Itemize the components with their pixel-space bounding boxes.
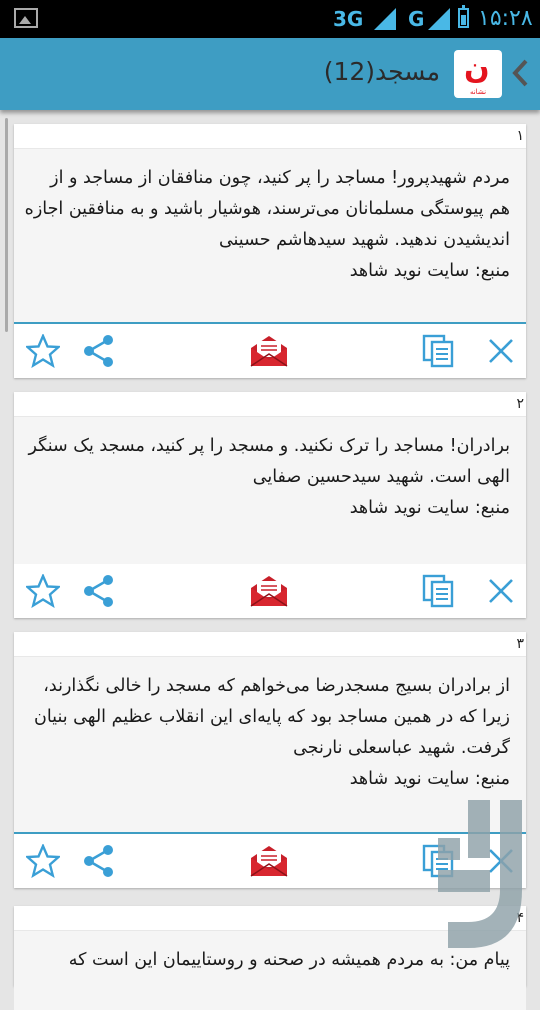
scrollbar[interactable] <box>5 118 8 332</box>
status-bar: 3G G ۱۵:۲۸ <box>0 0 540 38</box>
quote-text[interactable]: مردم شهیدپرور! مساجد را پر کنید، چون منا… <box>14 149 526 256</box>
logo-mark: ن <box>464 51 490 86</box>
app-logo: ن نشانه <box>454 50 502 98</box>
card-toolbar <box>14 564 526 618</box>
card-body: مردم شهیدپرور! مساجد را پر کنید، چون منا… <box>14 148 526 324</box>
page-title: مسجد(12) <box>323 57 440 86</box>
share-icon[interactable] <box>82 334 116 368</box>
quote-source: منبع: سایت نوید شاهد <box>349 498 510 518</box>
quote-text[interactable]: برادران! مساجد را ترک نکنید. و مسجد را پ… <box>14 417 526 493</box>
favorite-star-icon[interactable] <box>26 334 60 368</box>
action-bar: ن نشانه مسجد(12) <box>0 38 540 110</box>
share-icon[interactable] <box>82 844 116 878</box>
favorite-star-icon[interactable] <box>26 574 60 608</box>
quote-card: ۲ برادران! مساجد را ترک نکنید. و مسجد را… <box>14 392 526 618</box>
send-sms-icon[interactable] <box>250 844 288 878</box>
card-toolbar <box>14 324 526 378</box>
back-chevron-icon[interactable] <box>510 58 532 88</box>
share-icon[interactable] <box>82 574 116 608</box>
gallery-notification-icon <box>14 8 38 28</box>
send-sms-icon[interactable] <box>250 574 288 608</box>
network-type-1: 3G <box>333 7 364 31</box>
card-number: ۲ <box>516 396 524 412</box>
quote-source: منبع: سایت نوید شاهد <box>349 261 510 281</box>
quote-source: منبع: سایت نوید شاهد <box>349 769 510 789</box>
card-number: ۱ <box>516 128 524 144</box>
send-sms-icon[interactable] <box>250 334 288 368</box>
close-icon[interactable] <box>484 574 518 608</box>
logo-caption: نشانه <box>469 88 487 96</box>
signal-strength-icon <box>374 8 396 30</box>
signal-strength-icon-2 <box>428 8 450 30</box>
copy-icon[interactable] <box>422 574 456 608</box>
clock: ۱۵:۲۸ <box>478 6 533 31</box>
quote-card: ۱ مردم شهیدپرور! مساجد را پر کنید، چون م… <box>14 124 526 378</box>
card-body: برادران! مساجد را ترک نکنید. و مسجد را پ… <box>14 416 526 566</box>
copy-icon[interactable] <box>422 334 456 368</box>
card-number: ۳ <box>516 636 524 652</box>
close-icon[interactable] <box>484 334 518 368</box>
quote-text[interactable]: از برادران بسیج مسجدرضا می‌خواهم که مسجد… <box>14 657 526 764</box>
store-watermark-logo <box>438 800 522 948</box>
favorite-star-icon[interactable] <box>26 844 60 878</box>
network-type-2: G <box>408 7 425 31</box>
battery-icon <box>458 5 469 28</box>
